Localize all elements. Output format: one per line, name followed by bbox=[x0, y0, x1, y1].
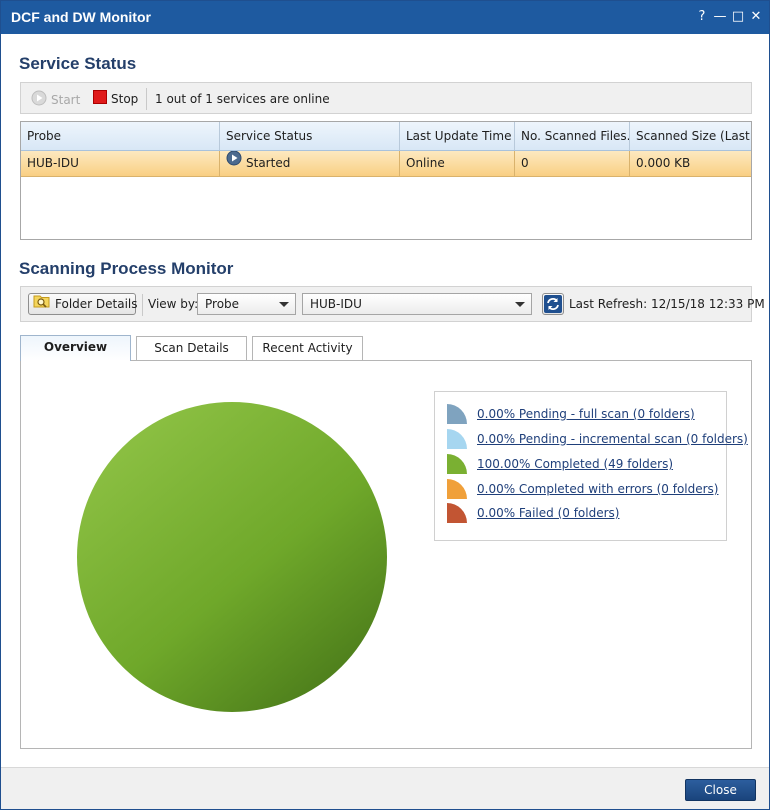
quarter-pie-icon bbox=[447, 503, 467, 523]
view-by-label: View by: bbox=[148, 297, 199, 311]
legend-link-completed-errors[interactable]: 0.00% Completed with errors (0 folders) bbox=[477, 482, 719, 496]
cell-scanned-files: 0 bbox=[515, 151, 630, 176]
services-summary: 1 out of 1 services are online bbox=[155, 92, 330, 106]
table-row[interactable]: HUB-IDU Started Online 0 0.000 KB bbox=[21, 151, 751, 177]
monitor-toolbar: Folder Details View by: Probe HUB-IDU La… bbox=[20, 286, 765, 322]
tab-recent-activity[interactable]: Recent Activity bbox=[252, 336, 363, 360]
legend-item-completed-errors[interactable]: 0.00% Completed with errors (0 folders) bbox=[447, 479, 722, 501]
refresh-icon bbox=[543, 295, 563, 317]
column-header-scanned-size[interactable]: Scanned Size (Last... bbox=[630, 122, 751, 150]
play-circle-icon bbox=[226, 151, 242, 175]
start-button[interactable]: Start bbox=[31, 90, 80, 108]
table-header: Probe Service Status Last Update Time No… bbox=[21, 122, 751, 151]
chevron-down-icon bbox=[515, 302, 525, 307]
close-window-button[interactable]: ✕ bbox=[747, 7, 765, 27]
legend-link-pending-incremental[interactable]: 0.00% Pending - incremental scan (0 fold… bbox=[477, 432, 748, 446]
legend-item-failed[interactable]: 0.00% Failed (0 folders) bbox=[447, 503, 722, 525]
tab-scan-details[interactable]: Scan Details bbox=[136, 336, 247, 360]
probe-select[interactable]: HUB-IDU bbox=[302, 293, 532, 315]
legend-link-completed[interactable]: 100.00% Completed (49 folders) bbox=[477, 457, 673, 471]
column-header-service-status[interactable]: Service Status bbox=[220, 122, 400, 150]
pie-slice-completed bbox=[77, 402, 387, 712]
quarter-pie-icon bbox=[447, 479, 467, 499]
toolbar-separator bbox=[146, 88, 147, 110]
view-by-value: Probe bbox=[205, 297, 240, 311]
stop-label: Stop bbox=[111, 92, 139, 106]
overview-panel: 0.00% Pending - full scan (0 folders) 0.… bbox=[20, 360, 752, 749]
dialog-footer: Close bbox=[1, 767, 769, 809]
folder-search-icon bbox=[33, 293, 51, 315]
legend-item-pending-full[interactable]: 0.00% Pending - full scan (0 folders) bbox=[447, 404, 722, 426]
stop-button[interactable]: Stop bbox=[93, 90, 138, 108]
chevron-down-icon bbox=[279, 302, 289, 307]
cell-scanned-size: 0.000 KB bbox=[636, 156, 691, 170]
cell-last-update: Online bbox=[400, 151, 515, 176]
quarter-pie-icon bbox=[447, 404, 467, 424]
toolbar-separator bbox=[142, 294, 143, 316]
folder-details-label: Folder Details bbox=[55, 297, 138, 311]
folder-details-button[interactable]: Folder Details bbox=[28, 293, 138, 315]
legend-link-failed[interactable]: 0.00% Failed (0 folders) bbox=[477, 506, 619, 520]
maximize-button[interactable]: □ bbox=[729, 7, 747, 27]
window-title: DCF and DW Monitor bbox=[11, 9, 151, 25]
column-header-last-update[interactable]: Last Update Time bbox=[400, 122, 515, 150]
view-by-select[interactable]: Probe bbox=[197, 293, 296, 315]
last-refresh-text: Last Refresh: 12/15/18 12:33 PM bbox=[569, 297, 765, 311]
refresh-button[interactable] bbox=[542, 293, 564, 315]
tab-overview[interactable]: Overview bbox=[20, 335, 131, 361]
service-toolbar: Start Stop 1 out of 1 services are onlin… bbox=[20, 82, 752, 114]
probe-value: HUB-IDU bbox=[310, 297, 362, 311]
minimize-button[interactable]: — bbox=[711, 7, 729, 27]
legend-link-pending-full[interactable]: 0.00% Pending - full scan (0 folders) bbox=[477, 407, 695, 421]
stop-square-icon bbox=[93, 90, 107, 109]
title-bar: DCF and DW Monitor ? — □ ✕ bbox=[1, 1, 769, 34]
quarter-pie-icon bbox=[447, 454, 467, 474]
chart-legend: 0.00% Pending - full scan (0 folders) 0.… bbox=[434, 391, 748, 541]
monitor-window: DCF and DW Monitor ? — □ ✕ Service Statu… bbox=[0, 0, 770, 810]
column-header-scanned-files[interactable]: No. Scanned Files... bbox=[515, 122, 630, 150]
scanning-monitor-heading: Scanning Process Monitor bbox=[19, 259, 234, 278]
play-circle-icon bbox=[31, 90, 47, 111]
service-status-heading: Service Status bbox=[19, 54, 137, 73]
start-label: Start bbox=[51, 93, 81, 107]
legend-item-pending-incremental[interactable]: 0.00% Pending - incremental scan (0 fold… bbox=[447, 429, 748, 451]
status-text: Started bbox=[246, 156, 291, 170]
services-table: Probe Service Status Last Update Time No… bbox=[20, 121, 752, 240]
cell-service-status: Started bbox=[220, 151, 400, 176]
legend-item-completed[interactable]: 100.00% Completed (49 folders) bbox=[447, 454, 722, 476]
help-button[interactable]: ? bbox=[693, 7, 711, 27]
cell-probe: HUB-IDU bbox=[21, 151, 220, 176]
close-button[interactable]: Close bbox=[685, 779, 756, 801]
column-header-probe[interactable]: Probe bbox=[21, 122, 220, 150]
completion-pie-chart bbox=[77, 402, 387, 712]
quarter-pie-icon bbox=[447, 429, 467, 449]
